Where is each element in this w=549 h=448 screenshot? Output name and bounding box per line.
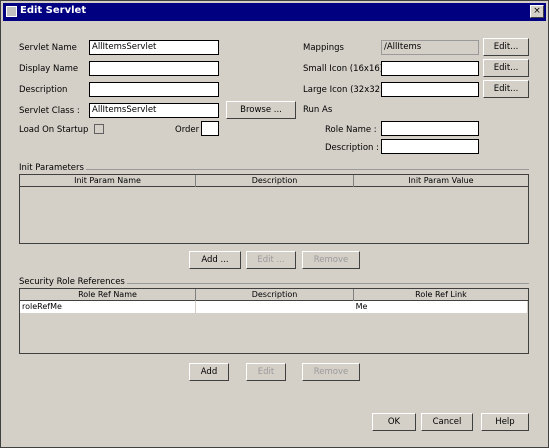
run-as-description-label: Description : bbox=[325, 143, 379, 153]
table-row[interactable]: roleRefMe Me bbox=[20, 301, 528, 313]
mappings-edit-button[interactable]: Edit... bbox=[483, 38, 529, 56]
security-roles-table[interactable]: Role Ref Name Description Role Ref Link … bbox=[19, 288, 529, 354]
column-header[interactable]: Description bbox=[196, 289, 354, 301]
run-as-description-input[interactable] bbox=[381, 139, 479, 154]
ok-button[interactable]: OK bbox=[372, 413, 416, 431]
role-name-label: Role Name : bbox=[325, 125, 377, 135]
browse-button[interactable]: Browse ... bbox=[226, 101, 296, 119]
security-roles-header: Role Ref Name Description Role Ref Link bbox=[20, 289, 528, 301]
role-add-button[interactable]: Add bbox=[189, 363, 229, 381]
small-icon-input[interactable] bbox=[381, 61, 479, 76]
security-roles-title: Security Role References bbox=[19, 277, 127, 287]
column-header[interactable]: Description bbox=[196, 175, 354, 187]
init-parameters-header: Init Param Name Description Init Param V… bbox=[20, 175, 528, 187]
run-as-label: Run As bbox=[303, 105, 333, 115]
column-header[interactable]: Init Param Name bbox=[20, 175, 196, 187]
description-label: Description bbox=[19, 85, 68, 95]
column-header[interactable]: Init Param Value bbox=[354, 175, 528, 187]
large-icon-label: Large Icon (32x32) bbox=[303, 85, 384, 95]
display-name-input[interactable] bbox=[89, 61, 219, 76]
mappings-value: /AllItems bbox=[381, 40, 479, 55]
load-on-startup-label: Load On Startup bbox=[19, 125, 89, 135]
small-icon-label: Small Icon (16x16) bbox=[303, 64, 384, 74]
close-button[interactable]: × bbox=[530, 5, 544, 18]
help-button[interactable]: Help bbox=[481, 413, 529, 431]
order-input[interactable] bbox=[201, 121, 219, 136]
display-name-label: Display Name bbox=[19, 64, 79, 74]
cancel-button[interactable]: Cancel bbox=[421, 413, 473, 431]
large-icon-input[interactable] bbox=[381, 82, 479, 97]
description-input[interactable] bbox=[89, 82, 219, 97]
role-ref-name-cell: roleRefMe bbox=[20, 301, 196, 313]
role-name-input[interactable] bbox=[381, 121, 479, 136]
security-roles-group: Security Role References bbox=[19, 277, 529, 287]
mappings-label: Mappings bbox=[303, 43, 344, 53]
column-header[interactable]: Role Ref Link bbox=[354, 289, 528, 301]
role-remove-button[interactable]: Remove bbox=[302, 363, 360, 381]
init-remove-button[interactable]: Remove bbox=[302, 251, 360, 269]
edit-servlet-dialog: Edit Servlet × Servlet Name AllItemsServ… bbox=[0, 0, 549, 448]
column-header[interactable]: Role Ref Name bbox=[20, 289, 196, 301]
servlet-class-label: Servlet Class : bbox=[19, 106, 80, 116]
small-icon-edit-button[interactable]: Edit... bbox=[483, 59, 529, 77]
role-ref-link-cell: Me bbox=[196, 301, 528, 313]
window-title: Edit Servlet bbox=[20, 5, 87, 16]
servlet-name-label: Servlet Name bbox=[19, 43, 77, 53]
load-on-startup-checkbox[interactable] bbox=[94, 124, 104, 134]
role-edit-button[interactable]: Edit bbox=[246, 363, 286, 381]
servlet-class-input[interactable]: AllItemsServlet bbox=[89, 103, 219, 118]
init-add-button[interactable]: Add ... bbox=[189, 251, 241, 269]
init-parameters-group: Init Parameters bbox=[19, 163, 529, 173]
init-parameters-title: Init Parameters bbox=[19, 163, 86, 173]
window-icon bbox=[6, 6, 17, 17]
init-edit-button[interactable]: Edit ... bbox=[246, 251, 296, 269]
large-icon-edit-button[interactable]: Edit... bbox=[483, 80, 529, 98]
init-parameters-table[interactable]: Init Param Name Description Init Param V… bbox=[19, 174, 529, 244]
title-bar[interactable]: Edit Servlet × bbox=[3, 3, 546, 21]
order-label: Order bbox=[175, 125, 200, 135]
servlet-name-input[interactable]: AllItemsServlet bbox=[89, 40, 219, 55]
